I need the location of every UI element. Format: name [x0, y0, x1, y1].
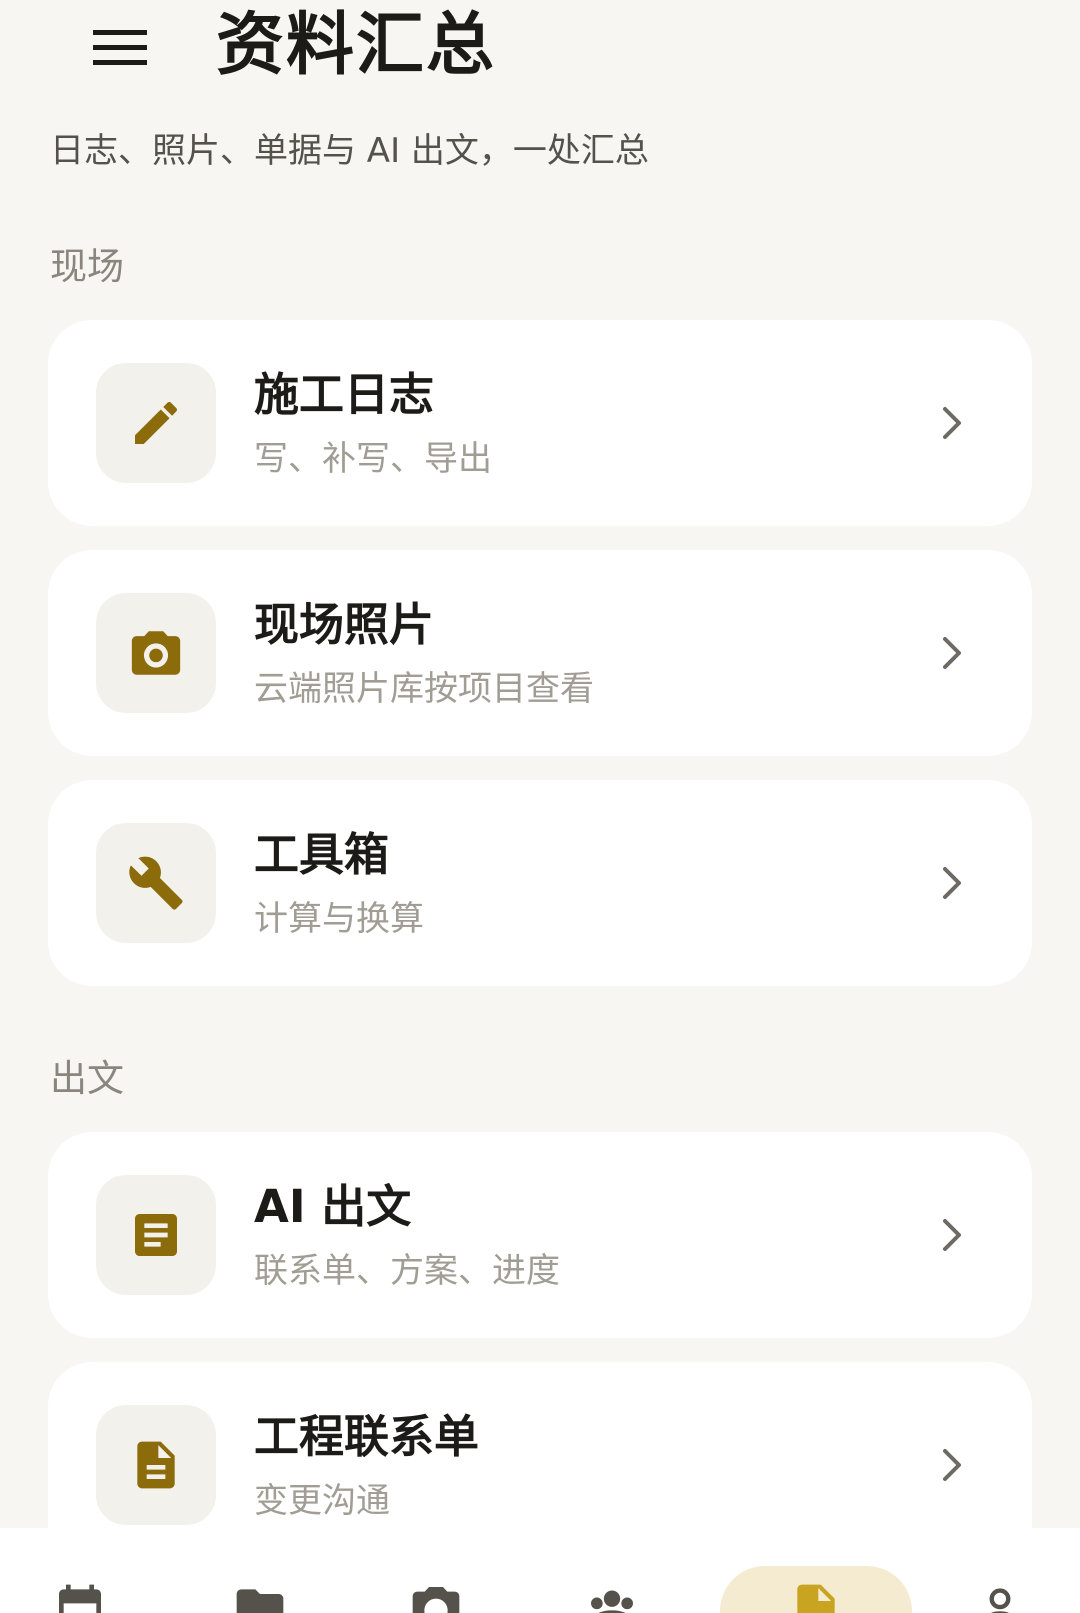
section-label-site: 现场 — [50, 245, 124, 288]
card-icon-tile — [96, 1405, 216, 1525]
group-icon — [591, 1590, 633, 1613]
card-icon-tile — [96, 593, 216, 713]
page-subtitle: 日志、照片、单据与 AI 出文，一处汇总 — [50, 131, 649, 171]
chevron-right-icon — [932, 1215, 972, 1255]
page-title: 资料汇总 — [216, 6, 497, 85]
card-icon-tile — [96, 1175, 216, 1295]
wrench-icon — [129, 856, 183, 910]
chevron-right-icon — [932, 863, 972, 903]
card-icon-tile — [96, 363, 216, 483]
card-toolbox[interactable]: 工具箱 计算与换算 — [48, 780, 1032, 986]
chevron-right-icon — [932, 633, 972, 673]
card-description: 计算与换算 — [254, 899, 424, 939]
card-title: 施工日志 — [254, 368, 435, 421]
card-ai-writing[interactable]: AI 出文 联系单、方案、进度 — [48, 1132, 1032, 1338]
nav-item-documents[interactable] — [736, 1528, 896, 1613]
card-icon-tile — [96, 823, 216, 943]
card-title: 工程联系单 — [254, 1410, 480, 1463]
card-title: 现场照片 — [254, 598, 435, 651]
person-icon — [989, 1588, 1011, 1613]
card-description: 联系单、方案、进度 — [254, 1251, 560, 1291]
card-site-photos[interactable]: 现场照片 云端照片库按项目查看 — [48, 550, 1032, 756]
nav-item-group[interactable] — [532, 1528, 692, 1613]
pencil-icon — [135, 401, 178, 444]
card-construction-log[interactable]: 施工日志 写、补写、导出 — [48, 320, 1032, 526]
nav-item-camera[interactable] — [356, 1528, 516, 1613]
menu-button[interactable] — [82, 10, 158, 86]
nav-item-calendar[interactable] — [0, 1528, 160, 1613]
app-header: 资料汇总 — [0, 0, 1080, 110]
calendar-icon — [59, 1584, 101, 1613]
file-document-icon — [797, 1584, 835, 1613]
card-description: 写、补写、导出 — [254, 439, 492, 479]
folder-icon — [236, 1589, 284, 1613]
article-icon — [135, 1214, 177, 1256]
nav-item-folder[interactable] — [180, 1528, 340, 1613]
card-description: 变更沟通 — [254, 1481, 390, 1521]
bottom-nav — [0, 1528, 1080, 1613]
file-document-icon — [137, 1441, 175, 1489]
page: 资料汇总 日志、照片、单据与 AI 出文，一处汇总 现场 施工日志 写、补写、导… — [0, 0, 1080, 1613]
chevron-right-icon — [932, 403, 972, 443]
camera-icon — [412, 1587, 460, 1613]
nav-item-profile[interactable] — [920, 1528, 1080, 1613]
card-description: 云端照片库按项目查看 — [254, 669, 594, 709]
card-title: 工具箱 — [254, 828, 390, 881]
section-label-documents: 出文 — [50, 1057, 124, 1100]
camera-icon — [131, 631, 181, 675]
card-title: AI 出文 — [254, 1180, 412, 1233]
hamburger-menu-icon — [93, 30, 147, 65]
chevron-right-icon — [932, 1445, 972, 1485]
